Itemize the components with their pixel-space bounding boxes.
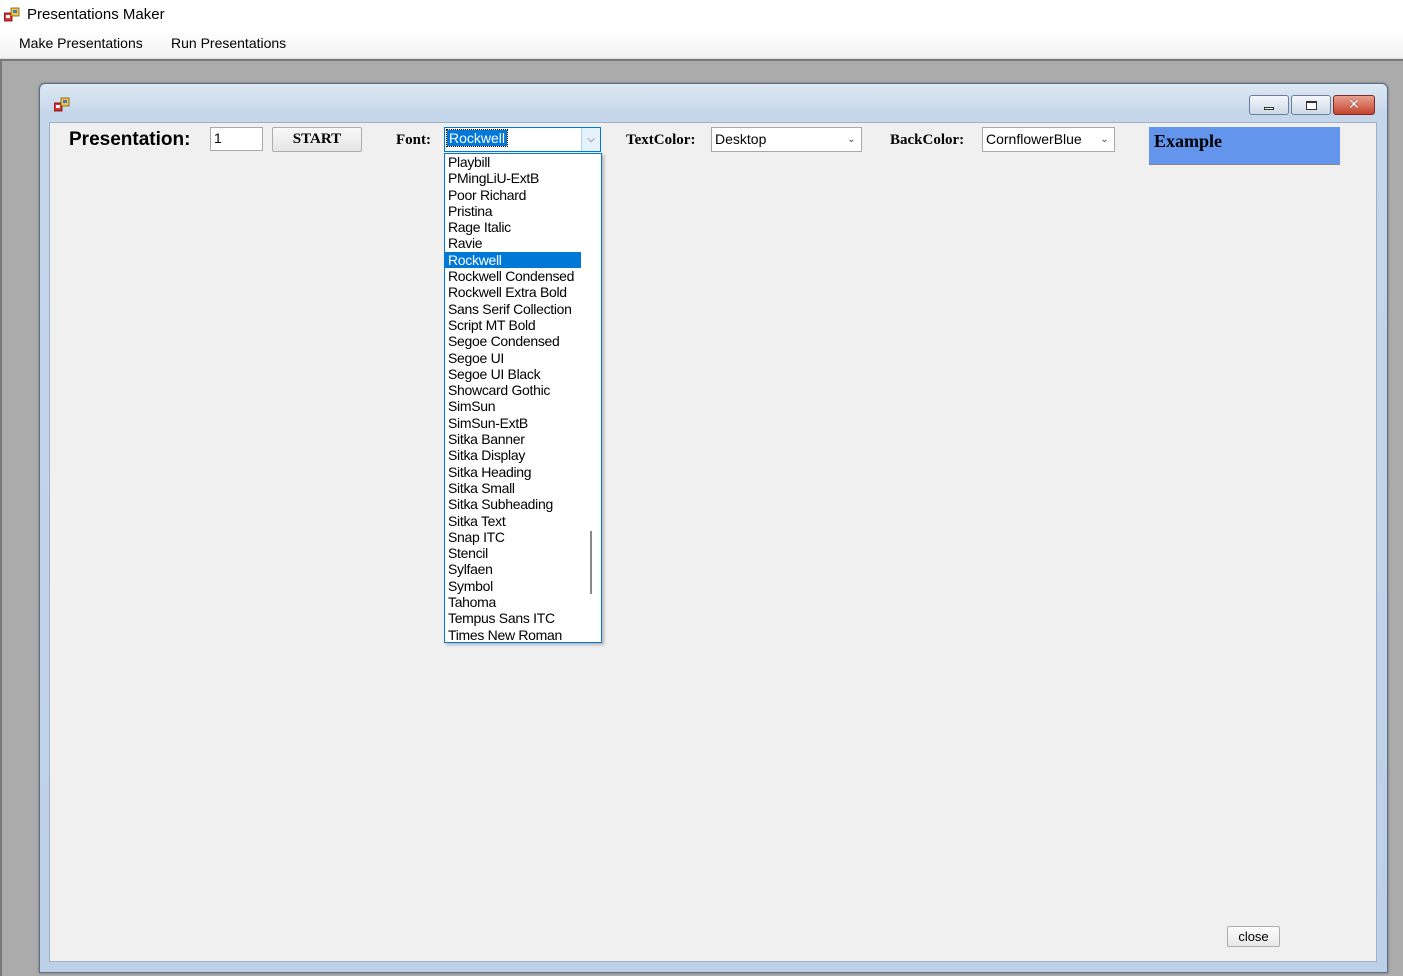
font-option[interactable]: Segoe UI Black <box>445 366 581 382</box>
form-client-area: Presentation: 1 START Font: Rockwell ⌵ T… <box>49 122 1377 962</box>
chevron-down-icon[interactable]: ⌵ <box>581 128 600 151</box>
textcolor-label: TextColor: <box>626 132 696 148</box>
restore-icon <box>1305 100 1317 110</box>
font-option[interactable]: Times New Roman <box>445 627 581 642</box>
font-option[interactable]: PMingLiU-ExtB <box>445 170 581 186</box>
font-option[interactable]: Poor Richard <box>445 187 581 203</box>
close-icon: ✕ <box>1348 97 1360 113</box>
menu-bar: Make Presentations Run Presentations <box>0 30 1403 59</box>
chevron-down-icon[interactable]: ⌄ <box>1095 128 1114 151</box>
menu-make-presentations[interactable]: Make Presentations <box>17 35 145 51</box>
font-option[interactable]: Tempus Sans ITC <box>445 610 581 626</box>
font-option[interactable]: Segoe UI <box>445 350 581 366</box>
font-option[interactable]: Playbill <box>445 154 581 170</box>
app-window-icon <box>4 7 20 22</box>
chevron-down-icon[interactable]: ⌄ <box>842 128 861 151</box>
font-option[interactable]: Sitka Text <box>445 513 581 529</box>
font-option[interactable]: Tahoma <box>445 594 581 610</box>
presentation-number-input[interactable]: 1 <box>210 127 263 151</box>
font-option[interactable]: Ravie <box>445 235 581 251</box>
font-option[interactable]: Sitka Subheading <box>445 496 581 512</box>
font-option[interactable]: Showcard Gothic <box>445 382 581 398</box>
font-option[interactable]: Symbol <box>445 578 581 594</box>
font-option[interactable]: Sans Serif Collection <box>445 301 581 317</box>
child-window-icon[interactable] <box>54 97 70 113</box>
backcolor-combobox-value: CornflowerBlue <box>986 131 1082 147</box>
close-window-button[interactable]: ✕ <box>1333 95 1375 115</box>
start-button[interactable]: START <box>272 127 362 152</box>
close-button[interactable]: close <box>1227 926 1280 947</box>
font-dropdown-list[interactable]: Playbill PMingLiU-ExtB Poor Richard Pristin… <box>444 153 602 643</box>
window-controls: ✕ <box>1249 95 1375 115</box>
child-window: ✕ Presentation: 1 START Font: Rockwell ⌵… <box>39 83 1388 973</box>
textcolor-combobox-value: Desktop <box>715 131 767 147</box>
font-option[interactable]: SimSun <box>445 398 581 414</box>
font-combobox[interactable]: Rockwell ⌵ <box>444 127 601 152</box>
font-option[interactable]: Snap ITC <box>445 529 581 545</box>
menu-run-presentations[interactable]: Run Presentations <box>169 35 288 51</box>
font-option[interactable]: Rockwell Condensed <box>445 268 581 284</box>
example-preview: Example <box>1149 127 1340 165</box>
backcolor-label: BackColor: <box>890 132 965 148</box>
font-label: Font: <box>396 132 431 148</box>
app-title: Presentations Maker <box>27 6 165 23</box>
font-option[interactable]: Sitka Display <box>445 447 581 463</box>
minimize-button[interactable] <box>1249 95 1289 115</box>
font-option[interactable]: Rage Italic <box>445 219 581 235</box>
font-option[interactable]: Stencil <box>445 545 581 561</box>
font-option[interactable]: Pristina <box>445 203 581 219</box>
font-option[interactable]: Rockwell <box>445 251 581 269</box>
backcolor-combobox[interactable]: CornflowerBlue ⌄ <box>982 127 1115 152</box>
font-option[interactable]: Segoe Condensed <box>445 333 581 349</box>
font-combobox-value: Rockwell <box>445 129 509 147</box>
font-option[interactable]: Script MT Bold <box>445 317 581 333</box>
minimize-icon <box>1264 106 1274 110</box>
font-option[interactable]: Sylfaen <box>445 561 581 577</box>
font-option[interactable]: Sitka Heading <box>445 464 581 480</box>
dropdown-scrollbar-thumb[interactable] <box>590 531 592 594</box>
restore-button[interactable] <box>1291 95 1331 115</box>
font-option[interactable]: Sitka Small <box>445 480 581 496</box>
app-titlebar: Presentations Maker <box>0 0 1403 30</box>
font-option[interactable]: Rockwell Extra Bold <box>445 284 581 300</box>
textcolor-combobox[interactable]: Desktop ⌄ <box>711 127 862 152</box>
font-option[interactable]: SimSun-ExtB <box>445 415 581 431</box>
font-option[interactable]: Sitka Banner <box>445 431 581 447</box>
presentation-label: Presentation: <box>69 129 191 150</box>
